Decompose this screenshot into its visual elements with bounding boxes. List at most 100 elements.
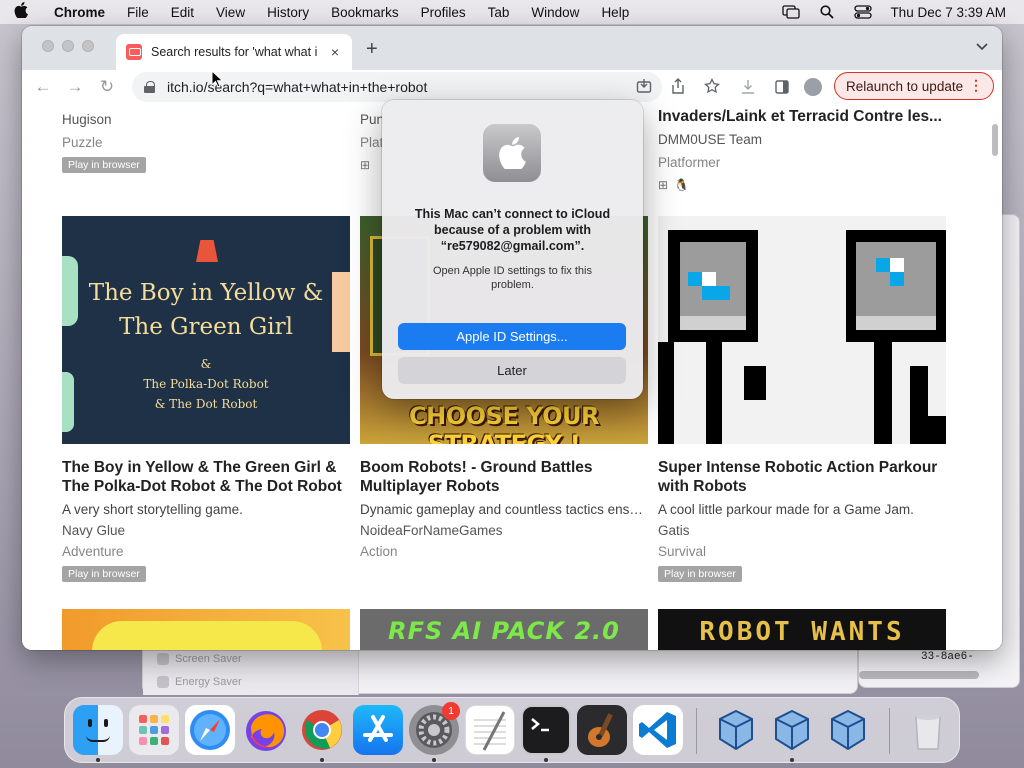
launchpad-icon[interactable] [129, 705, 179, 755]
screen-mirroring-icon[interactable] [782, 5, 801, 19]
later-button[interactable]: Later [398, 357, 626, 384]
game-description: Dynamic gameplay and countless tactics e… [360, 502, 648, 517]
menu-profiles[interactable]: Profiles [421, 5, 466, 20]
menu-bookmarks[interactable]: Bookmarks [331, 5, 399, 20]
vscode-icon[interactable] [633, 705, 683, 755]
top-result-2[interactable]: Pun Plat ⊞ [360, 112, 384, 172]
settings-notification-badge: 1 [442, 702, 460, 720]
profile-avatar-icon[interactable] [804, 78, 822, 96]
result-title[interactable]: Invaders/Laink et Terracid Contre les... [658, 108, 946, 126]
game-author[interactable]: Navy Glue [62, 523, 350, 538]
game-thumbnail[interactable]: RFS AI PACK 2.0 [360, 609, 648, 650]
tab-search-results[interactable]: Search results for 'what what i × [116, 34, 352, 70]
menu-tab[interactable]: Tab [488, 5, 510, 20]
close-window-button[interactable] [42, 40, 54, 52]
game-genre: Adventure [62, 544, 124, 559]
menubar-clock[interactable]: Thu Dec 7 3:39 AM [890, 5, 1006, 20]
menu-edit[interactable]: Edit [171, 5, 194, 20]
finder-icon[interactable] [73, 705, 123, 755]
install-app-icon[interactable] [634, 76, 654, 96]
game-author[interactable]: Gatis [658, 523, 946, 538]
zoom-window-button[interactable] [82, 40, 94, 52]
terminal-icon[interactable] [521, 705, 571, 755]
top-result-3[interactable]: Invaders/Laink et Terracid Contre les...… [658, 108, 946, 192]
game-author[interactable]: NoideaForNameGames [360, 523, 648, 538]
result-author[interactable]: Hugison [62, 112, 146, 127]
thumb-subtitle: & The Polka-Dot Robot & The Dot Robot [62, 354, 350, 414]
relaunch-to-update-button[interactable]: Relaunch to update ⋮ [834, 72, 994, 100]
firefox-icon[interactable] [241, 705, 291, 755]
menu-help[interactable]: Help [601, 5, 629, 20]
control-center-icon[interactable] [854, 5, 873, 19]
game-card-robot-wants[interactable]: ROBOT WANTS [658, 609, 946, 650]
windows-icon: ⊞ [658, 178, 669, 192]
url-text[interactable]: itch.io/search?q=what+what+in+the+robot [167, 79, 427, 95]
game-title[interactable]: Super Intense Robotic Action Parkour wit… [658, 458, 946, 496]
textedit-icon[interactable] [465, 705, 515, 755]
apple-menu-icon[interactable] [14, 2, 36, 22]
tab-title: Search results for 'what what i [151, 45, 318, 59]
game-card-boy-in-yellow[interactable]: The Boy in Yellow & The Green Girl & The… [62, 216, 350, 582]
reload-icon[interactable]: ↻ [96, 76, 118, 98]
tab-search-chevron-icon[interactable] [976, 40, 988, 54]
back-arrow-icon[interactable]: ← [32, 76, 54, 98]
itch-favicon-icon [126, 44, 142, 60]
virtualbox-running-indicator [790, 758, 794, 762]
chrome-icon[interactable] [297, 705, 347, 755]
app-store-icon[interactable] [353, 705, 403, 755]
menu-file[interactable]: File [127, 5, 149, 20]
menu-view[interactable]: View [216, 5, 245, 20]
lock-icon[interactable] [144, 81, 155, 93]
game-thumbnail[interactable]: ROBOT WANTS [658, 609, 946, 650]
top-result-1[interactable]: Hugison Puzzle Play in browser [62, 112, 146, 173]
result-author[interactable]: Pun [360, 112, 384, 127]
linux-icon: 🐧 [674, 178, 690, 192]
share-icon[interactable] [668, 76, 688, 96]
tab-close-icon[interactable]: × [328, 44, 342, 60]
thumb-line-5: & The Dot Robot [154, 397, 258, 411]
new-tab-button[interactable]: + [366, 38, 378, 61]
sidebar-item-label: Energy Saver [175, 676, 242, 688]
more-menu-icon[interactable]: ⋮ [969, 77, 983, 94]
sidebar-item-screen-saver[interactable]: Screen Saver [157, 653, 242, 665]
background-code-text: 33-8ae6- [921, 651, 974, 663]
thumb-line-3: & [200, 357, 212, 371]
trash-icon[interactable] [903, 705, 953, 755]
result-author[interactable]: DMM0USE Team [658, 132, 946, 147]
downloads-icon[interactable] [738, 77, 758, 97]
safari-icon[interactable] [185, 705, 235, 755]
thumb-line-1: The Boy in Yellow & [88, 280, 324, 306]
bookmark-star-icon[interactable] [702, 76, 722, 96]
game-card-rfs-ai-pack[interactable]: RFS AI PACK 2.0 [360, 609, 648, 650]
garageband-icon[interactable] [577, 705, 627, 755]
virtualbox-vm-3-icon[interactable] [823, 705, 873, 755]
menu-app-name[interactable]: Chrome [54, 5, 105, 20]
platform-icons: ⊞ 🐧 [658, 178, 946, 192]
mouse-cursor-icon [211, 70, 223, 88]
sidebar-item-energy-saver[interactable]: Energy Saver [157, 676, 242, 688]
side-panel-icon[interactable] [772, 77, 792, 97]
forward-arrow-icon[interactable]: → [64, 76, 86, 98]
game-thumbnail[interactable]: The Boy in Yellow & The Green Girl & The… [62, 216, 350, 444]
finder-eye-right [104, 719, 108, 727]
game-description: A cool little parkour made for a Game Ja… [658, 502, 914, 517]
spotlight-search-icon[interactable] [818, 5, 836, 19]
game-card-bottom-1[interactable] [62, 609, 350, 650]
game-thumbnail[interactable] [62, 609, 350, 650]
chrome-running-indicator [320, 758, 324, 762]
background-scrollbar [859, 671, 979, 679]
apple-id-settings-button[interactable]: Apple ID Settings... [398, 323, 626, 350]
minimize-window-button[interactable] [62, 40, 74, 52]
menu-window[interactable]: Window [531, 5, 579, 20]
finder-smile [86, 735, 110, 742]
game-title[interactable]: The Boy in Yellow & The Green Girl & The… [62, 458, 350, 496]
dock-separator [696, 708, 697, 754]
virtualbox-vm-2-icon[interactable] [767, 705, 817, 755]
menu-history[interactable]: History [267, 5, 309, 20]
game-thumbnail[interactable] [658, 216, 946, 444]
game-card-robotic-parkour[interactable]: Super Intense Robotic Action Parkour wit… [658, 216, 946, 582]
virtualbox-vm-1-icon[interactable] [711, 705, 761, 755]
terminal-running-indicator [544, 758, 548, 762]
page-scrollbar[interactable] [992, 124, 998, 156]
game-title[interactable]: Boom Robots! - Ground Battles Multiplaye… [360, 458, 648, 496]
